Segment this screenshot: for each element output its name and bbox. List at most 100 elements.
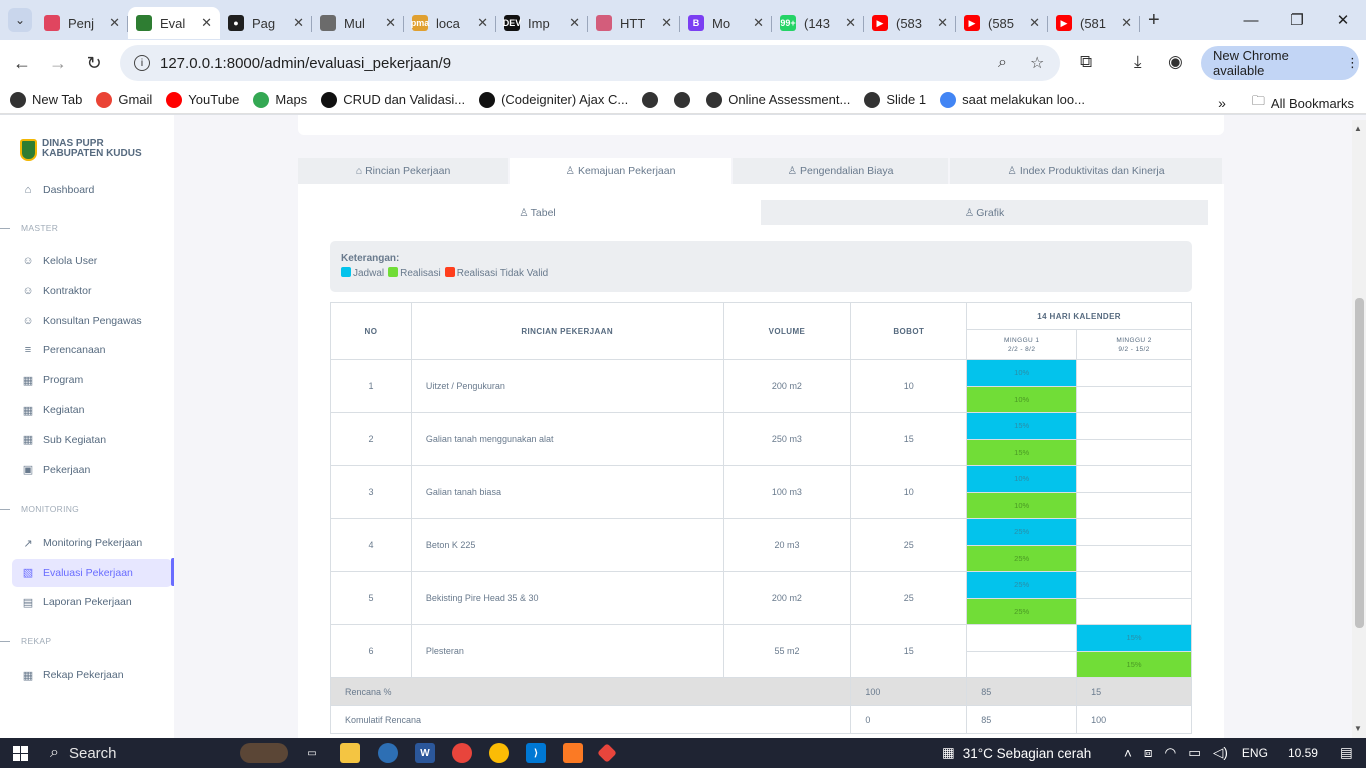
page-scrollbar[interactable]: ▲ ▼ [1352,120,1366,738]
browser-tab[interactable]: Penj ✕ [36,7,128,39]
close-tab-icon[interactable]: ✕ [753,15,764,31]
sidebar-item-konsultan-pengawas[interactable]: ☺ Konsultan Pengawas [12,307,172,335]
wifi-icon[interactable]: ◠ [1164,745,1176,761]
close-tab-icon[interactable]: ✕ [293,15,304,31]
browser-tab[interactable]: ● Pag ✕ [220,7,312,39]
sidebar-item-laporan-pekerjaan[interactable]: ▤ Laporan Pekerjaan [12,588,172,616]
brand[interactable]: DINAS PUPR KABUPATEN KUDUS [20,139,142,161]
scroll-up-icon[interactable]: ▲ [1354,124,1362,133]
forward-button[interactable]: → [40,45,76,81]
browser-tab[interactable]: pma loca ✕ [404,7,496,39]
close-tab-icon[interactable]: ✕ [845,15,856,31]
vpn-app-icon[interactable] [378,743,398,763]
tab-rincian-pekerjaan[interactable]: ⌂ Rincian Pekerjaan [298,158,510,184]
vscode-icon[interactable]: ⟩ [526,743,546,763]
cell-realisasi: 25% [966,597,1078,625]
download-icon[interactable]: ⤓ [1134,52,1142,72]
close-tab-icon[interactable]: ✕ [385,15,396,31]
tab-tabel[interactable]: ♙ Tabel [314,200,761,225]
weather-widget[interactable]: ▦ 31°C Sebagian cerah [942,738,1091,768]
close-tab-icon[interactable]: ✕ [201,15,212,31]
cell-rincian: Galian tanah menggunakan alat [410,412,724,466]
browser-tab[interactable]: ▶ (585 ✕ [956,7,1048,39]
browser-tab[interactable]: B Mo ✕ [680,7,772,39]
browser-tab[interactable]: HTT ✕ [588,7,680,39]
minimize-button[interactable]: — [1228,0,1274,40]
all-bookmarks-button[interactable]: All Bookmarks [1271,96,1354,111]
tab-pengendalian-biaya[interactable]: ♙ Pengendalian Biaya [733,158,950,184]
volume-icon[interactable]: ◁) [1213,745,1228,761]
scroll-down-icon[interactable]: ▼ [1354,724,1362,733]
chrome-icon[interactable] [452,743,472,763]
bookmark-item[interactable] [674,91,696,108]
browser-tab[interactable]: Eval ✕ [128,7,220,39]
search-icon[interactable]: ⌕ [998,54,1007,72]
language-indicator[interactable]: ENG [1242,746,1268,760]
browser-tab[interactable]: ▶ (583 ✕ [864,7,956,39]
sidebar-item-rekap-pekerjaan[interactable]: ▦ Rekap Pekerjaan [12,661,172,689]
sidebar-item-kelola-user[interactable]: ☺ Kelola User [12,247,172,275]
bookmark-item[interactable]: Online Assessment... [706,91,850,108]
bookmark-item[interactable]: (Codeigniter) Ajax C... [479,91,628,108]
bookmark-item[interactable]: YouTube [166,91,239,108]
bookmark-item[interactable]: New Tab [10,91,82,108]
tab-search-button[interactable]: ⌄ [8,8,32,32]
git-icon[interactable] [597,743,617,763]
close-tab-icon[interactable]: ✕ [1029,15,1040,31]
sidebar-item-dashboard[interactable]: ⌂ Dashboard [12,176,172,204]
sidebar-item-evaluasi-pekerjaan[interactable]: ▧ Evaluasi Pekerjaan [12,558,172,587]
close-tab-icon[interactable]: ✕ [1121,15,1132,31]
browser-tab[interactable]: ▶ (581 ✕ [1048,7,1140,39]
bookmark-item[interactable]: Maps [253,91,307,108]
bookmark-item[interactable]: Gmail [96,91,152,108]
close-tab-icon[interactable]: ✕ [569,15,580,31]
chrome-active-icon[interactable] [489,743,509,763]
profile-avatar-icon[interactable]: ◉ [1168,52,1183,72]
tab-grafik[interactable]: ♙ Grafik [761,200,1208,225]
chrome-update-button[interactable]: New Chrome available ⋮ [1201,46,1359,80]
start-button[interactable] [0,745,40,761]
file-explorer-icon[interactable] [340,743,360,763]
browser-tab[interactable]: Mul ✕ [312,7,404,39]
xampp-icon[interactable] [563,743,583,763]
network-status-icon[interactable]: ⧈ [1144,745,1153,761]
close-tab-icon[interactable]: ✕ [661,15,672,31]
new-tab-button[interactable]: + [1148,9,1160,32]
browser-tab[interactable]: 99+ (143 ✕ [772,7,864,39]
notifications-icon[interactable]: ▤ [1340,745,1353,761]
address-bar[interactable]: i 127.0.0.1:8000/admin/evaluasi_pekerjaa… [120,45,1060,81]
close-tab-icon[interactable]: ✕ [109,15,120,31]
sidebar-item-pekerjaan[interactable]: ▣ Pekerjaan [12,456,172,484]
chevron-up-icon[interactable]: ˄ [1124,746,1132,761]
extensions-icon[interactable]: ⧉ [1080,52,1092,72]
bookmark-item[interactable]: Slide 1 [864,91,926,108]
task-view-icon[interactable]: ▭ [302,743,322,763]
close-tab-icon[interactable]: ✕ [477,15,488,31]
more-menu-icon[interactable]: ⋮ [1346,55,1359,71]
tab-kemajuan-pekerjaan[interactable]: ♙ Kemajuan Pekerjaan [510,158,733,184]
sidebar-item-perencanaan[interactable]: ≡ Perencanaan [12,336,172,364]
site-info-icon[interactable]: i [134,55,150,71]
back-button[interactable]: ← [4,45,40,81]
battery-icon[interactable]: ▭ [1188,745,1201,761]
sidebar-item-monitoring-pekerjaan[interactable]: ↗ Monitoring Pekerjaan [12,529,172,557]
close-window-button[interactable]: ✕ [1320,0,1366,40]
reload-button[interactable]: ↻ [76,45,112,81]
sidebar-item-program[interactable]: ▦ Program [12,366,172,394]
bookmark-item[interactable]: CRUD dan Validasi... [321,91,465,108]
tab-index-produktivitas-dan-kinerja[interactable]: ♙ Index Produktivitas dan Kinerja [950,158,1224,184]
close-tab-icon[interactable]: ✕ [937,15,948,31]
bookmark-item[interactable] [642,91,664,108]
bookmark-item[interactable]: saat melakukan loo... [940,91,1085,108]
bookmark-star-icon[interactable]: ☆ [1030,53,1044,73]
browser-tab[interactable]: DEV Imp ✕ [496,7,588,39]
sidebar-item-kegiatan[interactable]: ▦ Kegiatan [12,396,172,424]
sidebar-item-kontraktor[interactable]: ☺ Kontraktor [12,277,172,305]
scroll-thumb[interactable] [1355,298,1364,628]
system-tray-icons[interactable]: ˄ ⧈ ◠ ▭ ◁) ENG 10.59 ▤ [1124,738,1353,768]
word-icon[interactable]: W [415,743,435,763]
sidebar-item-sub-kegiatan[interactable]: ▦ Sub Kegiatan [12,426,172,454]
bookmarks-overflow-icon[interactable]: » [1218,95,1226,111]
restore-button[interactable]: ❐ [1274,0,1320,40]
clock[interactable]: 10.59 [1288,746,1318,760]
